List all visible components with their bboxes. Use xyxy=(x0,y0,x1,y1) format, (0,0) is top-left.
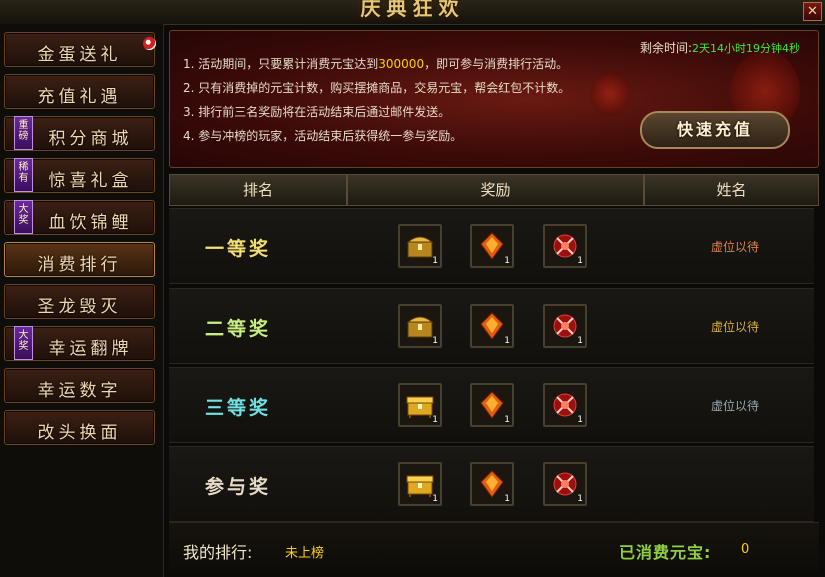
title-bar: 庆典狂欢 ✕ xyxy=(0,0,825,25)
my-rank-value: 未上榜 xyxy=(285,546,325,561)
my-rank-label: 我的排行: xyxy=(183,543,253,562)
item-count: 1 xyxy=(577,494,583,504)
rule-line-2: 2. 只有消费掉的元宝计数，购买摆摊商品，交易元宝，帮会红包不计数。 xyxy=(183,81,571,95)
lantern-decoration xyxy=(590,71,630,116)
sidebar-item-holy-dragon[interactable]: 圣龙毁灭 xyxy=(4,284,155,319)
sidebar-item-recharge-gifts[interactable]: 充值礼遇 xyxy=(4,74,155,109)
countdown-timer: 剩余时间:2天14小时19分钟4秒 xyxy=(640,39,800,56)
item-count: 1 xyxy=(432,494,438,504)
sidebar-item-makeover[interactable]: 改头换面 xyxy=(4,410,155,445)
sidebar-item-blood-koi[interactable]: 大奖 血饮锦鲤 xyxy=(4,200,155,235)
sidebar-item-label: 幸运数字 xyxy=(37,381,122,401)
required-amount: 300000 xyxy=(378,57,425,71)
sidebar-item-label: 血饮锦鲤 xyxy=(48,213,133,233)
event-banner: 1. 活动期间，只要累计消费元宝达到300000，即可参与消费排行活动。 2. … xyxy=(169,30,819,168)
header-name: 姓名 xyxy=(644,174,819,206)
prize-tier-label: 二等奖 xyxy=(204,318,271,340)
sidebar-item-label: 金蛋送礼 xyxy=(37,45,122,65)
reward-item-slot[interactable]: 1 xyxy=(543,224,587,268)
rule-line-1: 1. 活动期间，只要累计消费元宝达到300000，即可参与消费排行活动。 xyxy=(183,57,569,71)
item-count: 1 xyxy=(432,256,438,266)
sidebar: 金蛋送礼 充值礼遇 重磅 积分商城 稀有 惊喜礼盒 大奖 血饮锦鲤 消费排行 圣… xyxy=(0,24,164,577)
reward-item-slot[interactable]: 1 xyxy=(398,224,442,268)
item-count: 1 xyxy=(504,415,510,425)
timer-label: 剩余时间: xyxy=(640,41,693,55)
prize-tier-label: 三等奖 xyxy=(204,397,271,419)
sidebar-item-points-mall[interactable]: 重磅 积分商城 xyxy=(4,116,155,151)
item-count: 1 xyxy=(432,336,438,346)
reward-item-slot[interactable]: 1 xyxy=(470,224,514,268)
sidebar-item-label: 惊喜礼盒 xyxy=(48,171,133,191)
sidebar-item-spending-rank[interactable]: 消费排行 xyxy=(4,242,155,277)
reward-item-slot[interactable]: 1 xyxy=(398,462,442,506)
quick-recharge-button[interactable]: 快速充值 xyxy=(640,111,790,149)
item-count: 1 xyxy=(504,494,510,504)
player-name: 虚位以待 xyxy=(710,240,759,254)
reward-item-slot[interactable]: 1 xyxy=(470,383,514,427)
sidebar-item-lucky-number[interactable]: 幸运数字 xyxy=(4,368,155,403)
sidebar-item-label: 积分商城 xyxy=(48,129,133,149)
item-count: 1 xyxy=(577,336,583,346)
sidebar-item-label: 充值礼遇 xyxy=(37,87,122,107)
item-count: 1 xyxy=(432,415,438,425)
reward-item-slot[interactable]: 1 xyxy=(543,383,587,427)
item-count: 1 xyxy=(577,415,583,425)
footer-bar: 我的排行: 未上榜 已消费元宝: 0 xyxy=(169,522,819,573)
reward-item-slot[interactable]: 1 xyxy=(398,304,442,348)
rule-line-4: 4. 参与冲榜的玩家，活动结束后获得统一参与奖励。 xyxy=(183,129,463,143)
timer-value: 2天14小时19分钟4秒 xyxy=(692,42,801,55)
reward-item-slot[interactable]: 1 xyxy=(543,462,587,506)
sidebar-item-label: 改头换面 xyxy=(37,423,122,443)
sidebar-item-label: 消费排行 xyxy=(37,255,122,275)
reward-item-slot[interactable]: 1 xyxy=(470,304,514,348)
sidebar-item-surprise-box[interactable]: 稀有 惊喜礼盒 xyxy=(4,158,155,193)
reward-item-slot[interactable]: 1 xyxy=(543,304,587,348)
item-count: 1 xyxy=(504,256,510,266)
header-reward: 奖励 xyxy=(347,174,644,206)
spent-ingots-label: 已消费元宝: xyxy=(619,543,712,562)
sidebar-item-label: 幸运翻牌 xyxy=(48,339,133,359)
spent-ingots-value: 0 xyxy=(741,542,750,557)
notification-dot-icon xyxy=(143,37,156,50)
close-button[interactable]: ✕ xyxy=(803,2,822,21)
reward-item-slot[interactable]: 1 xyxy=(470,462,514,506)
sidebar-item-lucky-flip[interactable]: 大奖 幸运翻牌 xyxy=(4,326,155,361)
prize-tier-label: 一等奖 xyxy=(204,238,271,260)
player-name: 虚位以待 xyxy=(710,320,759,334)
header-rank: 排名 xyxy=(169,174,347,206)
prize-tier-label: 参与奖 xyxy=(204,476,271,498)
item-count: 1 xyxy=(577,256,583,266)
sidebar-item-golden-egg[interactable]: 金蛋送礼 xyxy=(4,32,156,67)
sidebar-item-label: 圣龙毁灭 xyxy=(37,297,122,317)
rule-line-3: 3. 排行前三名奖励将在活动结束后通过邮件发送。 xyxy=(183,105,451,119)
window-title: 庆典狂欢 xyxy=(360,0,465,20)
item-count: 1 xyxy=(504,336,510,346)
player-name: 虚位以待 xyxy=(710,399,759,413)
reward-item-slot[interactable]: 1 xyxy=(398,383,442,427)
